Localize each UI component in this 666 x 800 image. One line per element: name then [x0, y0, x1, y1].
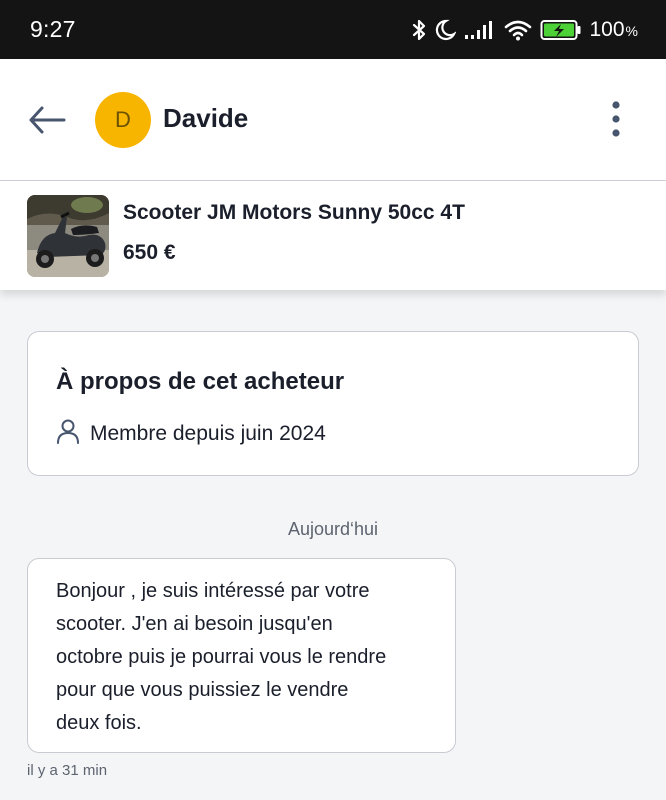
more-vertical-icon [612, 101, 620, 137]
wifi-icon [504, 19, 532, 41]
more-options-button[interactable] [604, 99, 628, 139]
avatar[interactable]: D [95, 92, 151, 148]
message-text: Bonjour , je suis intéressé par votre sc… [56, 575, 435, 740]
conversation-header: D Davide [0, 59, 666, 181]
listing-title[interactable]: Scooter JM Motors Sunny 50cc 4T [123, 201, 465, 225]
signal-icon [464, 20, 496, 40]
back-button[interactable] [28, 103, 66, 137]
battery-percent-value: 100 [589, 17, 625, 41]
listing-price: 650 € [123, 241, 176, 264]
member-since-row: Membre depuis juin 2024 [56, 418, 326, 449]
battery-percent-sign: % [625, 22, 638, 39]
contact-name[interactable]: Davide [163, 103, 248, 134]
date-separator: Aujourd‘hui [287, 519, 379, 539]
message-timestamp: il y a 31 min [27, 762, 108, 779]
bluetooth-icon [412, 18, 426, 42]
message-line: Bonjour , je suis intéressé par votre [56, 580, 370, 602]
avatar-initial: D [115, 107, 131, 132]
listing-thumbnail[interactable] [27, 195, 109, 277]
message-line: deux fois. [56, 712, 142, 734]
about-buyer-title: À propos de cet acheteur [56, 368, 345, 395]
status-icons: 100% [412, 18, 639, 42]
moon-icon [434, 19, 456, 41]
member-since-text: Membre depuis juin 2024 [90, 421, 326, 445]
listing-summary[interactable]: Scooter JM Motors Sunny 50cc 4T 650 € [0, 181, 666, 290]
message-line: scooter. J'en ai besoin jusqu'en [56, 613, 333, 635]
status-time: 9:27 [30, 16, 76, 42]
user-icon [56, 418, 80, 449]
message-line: octobre puis je pourrai vous le rendre [56, 646, 387, 668]
battery-charging-icon [540, 19, 582, 41]
message-line: pour que vous puissiez le vendre [56, 679, 349, 701]
message-bubble[interactable]: Bonjour , je suis intéressé par votre sc… [27, 558, 456, 753]
about-buyer-card: À propos de cet acheteur Membre depuis j… [27, 331, 639, 476]
battery-percentage: 100% [590, 18, 639, 42]
status-bar: 9:27 100 % [0, 0, 666, 59]
arrow-left-icon [29, 106, 66, 134]
